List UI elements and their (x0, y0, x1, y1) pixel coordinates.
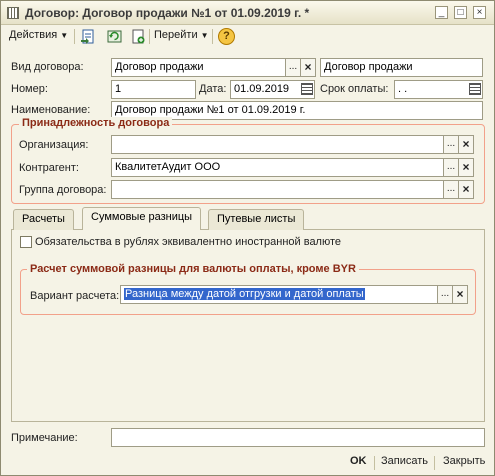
title-bar: Договор: Договор продажи №1 от 01.09.201… (1, 1, 494, 25)
select-icon[interactable]: ... (437, 285, 453, 304)
contract-group-input[interactable] (111, 180, 444, 199)
clear-icon[interactable]: × (458, 180, 474, 199)
checkbox-icon[interactable] (20, 236, 32, 248)
goto-label: Перейти (154, 29, 198, 41)
note-label: Примечание: (11, 432, 78, 444)
variant-value: Разница между датой отгрузки и датой опл… (124, 288, 365, 300)
contract-window: Договор: Договор продажи №1 от 01.09.201… (0, 0, 495, 476)
select-icon[interactable]: ... (443, 135, 459, 154)
toolbar: Действия ▼ Перейти ▼ ? (1, 25, 494, 48)
window-title: Договор: Договор продажи №1 от 01.09.201… (25, 6, 310, 20)
minimize-button[interactable]: _ (435, 6, 448, 19)
clear-icon[interactable]: × (300, 58, 316, 77)
new-document-icon[interactable] (130, 28, 147, 45)
tab-sum-differences[interactable]: Суммовые разницы (82, 207, 202, 230)
ownership-group-title: Принадлежность договора (19, 117, 173, 129)
maximize-button[interactable]: □ (454, 6, 467, 19)
variant-input[interactable]: Разница между датой отгрузки и датой опл… (120, 285, 438, 304)
refresh-icon[interactable] (106, 28, 123, 45)
footer-separator (374, 456, 375, 470)
number-input[interactable]: 1 (111, 80, 196, 99)
select-icon[interactable]: ... (443, 158, 459, 177)
close-window-button[interactable]: × (473, 6, 486, 19)
clear-icon[interactable]: × (458, 158, 474, 177)
help-icon[interactable]: ? (218, 28, 235, 45)
select-icon[interactable]: ... (285, 58, 301, 77)
ok-button[interactable]: OK (350, 455, 367, 467)
actions-label: Действия (9, 29, 58, 41)
toolbar-separator (149, 29, 150, 44)
variant-label: Вариант расчета: (30, 290, 120, 302)
tab-settlements[interactable]: Расчеты (13, 209, 74, 230)
counterparty-input[interactable]: КвалитетАудит ООО (111, 158, 444, 177)
chevron-down-icon: ▼ (60, 31, 69, 40)
close-button[interactable]: Закрыть (443, 455, 485, 467)
number-label: Номер: (11, 83, 48, 95)
calendar-icon[interactable] (301, 83, 313, 95)
clear-icon[interactable]: × (458, 135, 474, 154)
contract-kind-input[interactable]: Договор продажи (111, 58, 286, 77)
sum-diff-group-title: Расчет суммовой разницы для валюты оплат… (27, 263, 359, 275)
payment-term-label: Срок оплаты: (320, 83, 389, 95)
goto-menu[interactable]: Перейти ▼ (154, 29, 209, 41)
rub-equivalent-checkbox-label[interactable]: Обязательства в рублях эквивалентно инос… (35, 236, 341, 248)
contract-kind-type-input[interactable]: Договор продажи (320, 58, 483, 77)
name-label: Наименование: (11, 104, 91, 116)
note-input[interactable] (111, 428, 485, 447)
footer-separator (434, 456, 435, 470)
contract-kind-label: Вид договора: (11, 61, 84, 73)
organization-label: Организация: (19, 139, 89, 151)
chevron-down-icon: ▼ (200, 31, 209, 40)
clear-icon[interactable]: × (452, 285, 468, 304)
counterparty-label: Контрагент: (19, 162, 79, 174)
date-label: Дата: (199, 83, 227, 95)
contract-group-label: Группа договора: (19, 184, 107, 196)
tab-panel (11, 229, 485, 422)
toolbar-separator (74, 29, 75, 44)
tab-waybills[interactable]: Путевые листы (208, 209, 305, 230)
select-icon[interactable]: ... (443, 180, 459, 199)
actions-menu[interactable]: Действия ▼ (9, 29, 68, 41)
organization-input[interactable] (111, 135, 444, 154)
document-icon[interactable] (80, 28, 97, 45)
toolbar-separator (212, 29, 213, 44)
save-button[interactable]: Записать (381, 455, 428, 467)
window-icon (7, 7, 19, 19)
calendar-icon[interactable] (469, 83, 481, 95)
